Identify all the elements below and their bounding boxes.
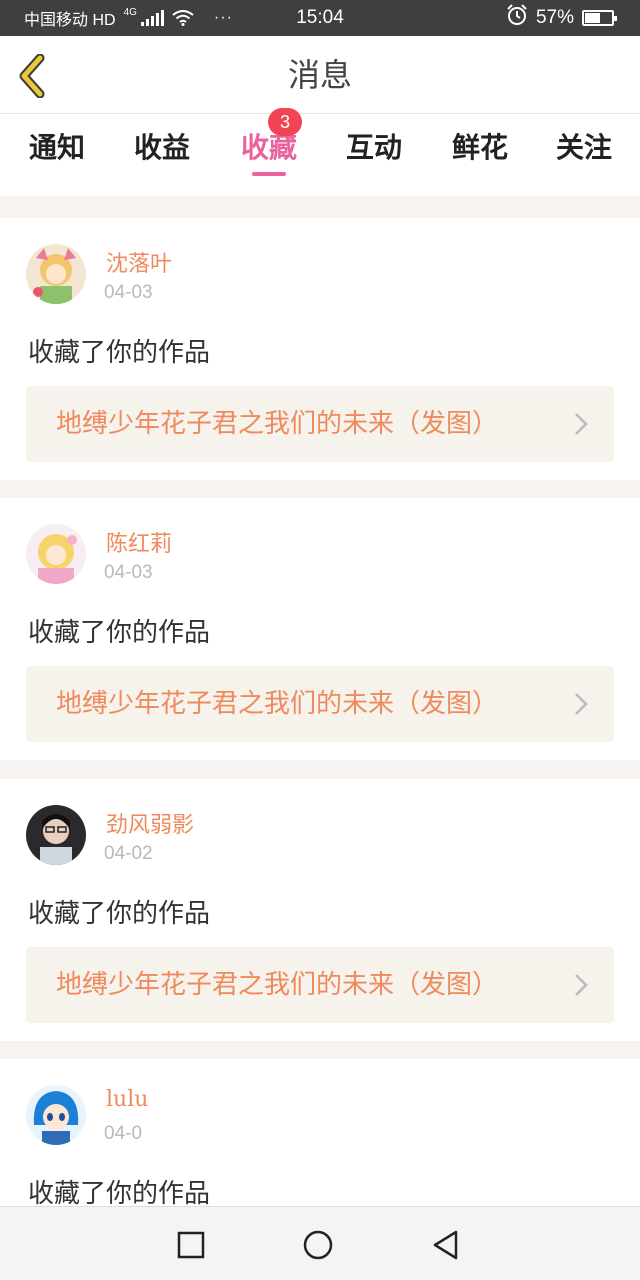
tab-notice[interactable]: 通知: [4, 114, 110, 196]
work-link[interactable]: 地缚少年花子君之我们的未来（发图）: [26, 666, 614, 742]
tab-label: 鲜花: [451, 131, 508, 164]
action-text: 收藏了你的作品: [28, 1179, 211, 1209]
unread-badge: 3: [268, 108, 302, 136]
tab-favorites[interactable]: 收藏 3: [216, 108, 322, 196]
header: 消息: [0, 36, 640, 114]
work-title: 地缚少年花子君之我们的未来（发图）: [56, 970, 499, 1000]
battery-icon: [582, 10, 617, 26]
work-title: 地缚少年花子君之我们的未来（发图）: [56, 409, 499, 439]
page-title: 消息: [287, 56, 352, 94]
circle-icon: [303, 1230, 333, 1260]
action-text: 收藏了你的作品: [28, 618, 211, 648]
avatar[interactable]: [26, 524, 86, 584]
username[interactable]: 陈红莉: [106, 526, 172, 558]
list-item: 陈红莉 04-03 收藏了你的作品 地缚少年花子君之我们的未来（发图）: [0, 498, 640, 760]
active-tab-indicator: [252, 172, 286, 176]
action-text: 收藏了你的作品: [28, 899, 211, 929]
status-bar: 中国移动 HD 4G ··· 15:04 57%: [0, 0, 640, 36]
tab-following[interactable]: 关注: [531, 114, 637, 196]
recent-apps-button[interactable]: [175, 1229, 207, 1261]
list-item: 沈落叶 04-03 收藏了你的作品 地缚少年花子君之我们的未来（发图）: [0, 218, 640, 480]
tab-interaction[interactable]: 互动: [321, 114, 427, 196]
username[interactable]: lulu: [106, 1087, 148, 1112]
tab-income[interactable]: 收益: [109, 114, 215, 196]
battery-percent: 57%: [535, 7, 574, 28]
work-link[interactable]: 地缚少年花子君之我们的未来（发图）: [26, 947, 614, 1023]
tab-label: 关注: [555, 131, 612, 164]
tab-label: 互动: [345, 131, 402, 164]
alarm-icon: [506, 4, 528, 32]
tab-label: 收益: [133, 131, 190, 164]
tab-bar: 通知 收益 收藏 3 互动 鲜花 关注: [0, 108, 640, 196]
username[interactable]: 沈落叶: [106, 246, 172, 278]
tab-flowers[interactable]: 鲜花: [427, 114, 533, 196]
avatar[interactable]: [26, 805, 86, 865]
tab-label: 通知: [28, 131, 85, 164]
back-nav-button[interactable]: [430, 1229, 462, 1261]
work-link[interactable]: 地缚少年花子君之我们的未来（发图）: [26, 386, 614, 462]
date: 04-03: [104, 562, 153, 583]
chevron-right-icon: [574, 973, 588, 997]
date: 04-0: [104, 1123, 143, 1144]
triangle-back-icon: [433, 1230, 458, 1260]
username[interactable]: 劲风弱影: [106, 807, 194, 839]
avatar[interactable]: [26, 1085, 86, 1145]
avatar[interactable]: [26, 244, 86, 304]
date: 04-03: [104, 282, 153, 303]
date: 04-02: [104, 843, 153, 864]
list-item: 劲风弱影 04-02 收藏了你的作品 地缚少年花子君之我们的未来（发图）: [0, 779, 640, 1041]
square-icon: [177, 1231, 205, 1259]
chevron-right-icon: [574, 692, 588, 716]
home-button[interactable]: [302, 1229, 334, 1261]
work-title: 地缚少年花子君之我们的未来（发图）: [56, 689, 499, 719]
chevron-right-icon: [574, 412, 588, 436]
system-nav-bar: [0, 1206, 640, 1280]
action-text: 收藏了你的作品: [28, 338, 211, 368]
